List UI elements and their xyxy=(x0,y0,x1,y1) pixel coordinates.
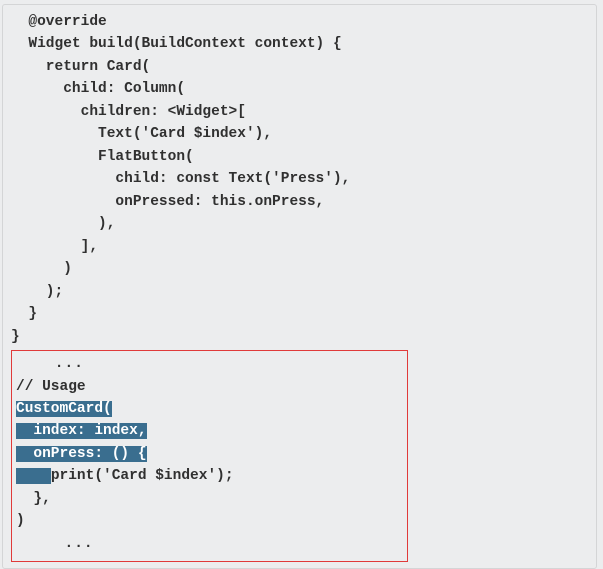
ellipsis: ... xyxy=(16,356,84,372)
highlighted-code xyxy=(16,423,33,439)
code-line: FlatButton( xyxy=(11,149,194,165)
usage-annotation-box: ... // Usage CustomCard( index: index, o… xyxy=(11,350,408,562)
code-block: @override Widget build(BuildContext cont… xyxy=(11,11,588,348)
highlighted-code: onPress: () { xyxy=(33,446,146,462)
highlighted-code xyxy=(16,446,33,462)
code-line: children: <Widget>[ xyxy=(11,104,246,120)
ellipsis: ... xyxy=(16,536,94,552)
code-line: ) xyxy=(16,513,25,529)
highlighted-code: CustomCard( xyxy=(16,401,112,417)
code-line: print('Card $index'); xyxy=(51,468,234,484)
highlighted-code xyxy=(16,468,51,484)
code-line: ], xyxy=(11,239,98,255)
code-line: Widget build(BuildContext context) { xyxy=(11,36,342,52)
code-line: } xyxy=(11,329,20,345)
code-line: @override xyxy=(11,14,107,30)
highlighted-code: index: index, xyxy=(33,423,146,439)
code-line: } xyxy=(11,306,37,322)
usage-code-block: ... // Usage CustomCard( index: index, o… xyxy=(16,353,403,555)
code-snippet-container: @override Widget build(BuildContext cont… xyxy=(2,4,597,569)
code-line xyxy=(16,491,33,507)
code-line: ) xyxy=(11,261,72,277)
code-line: }, xyxy=(33,491,50,507)
code-line: ); xyxy=(11,284,63,300)
code-line: return Card( xyxy=(11,59,150,75)
code-line: onPressed: this.onPress, xyxy=(11,194,324,210)
usage-comment: // Usage xyxy=(16,379,86,395)
code-line: child: Column( xyxy=(11,81,185,97)
code-line: ), xyxy=(11,216,115,232)
code-line: Text('Card $index'), xyxy=(11,126,272,142)
code-line: child: const Text('Press'), xyxy=(11,171,350,187)
